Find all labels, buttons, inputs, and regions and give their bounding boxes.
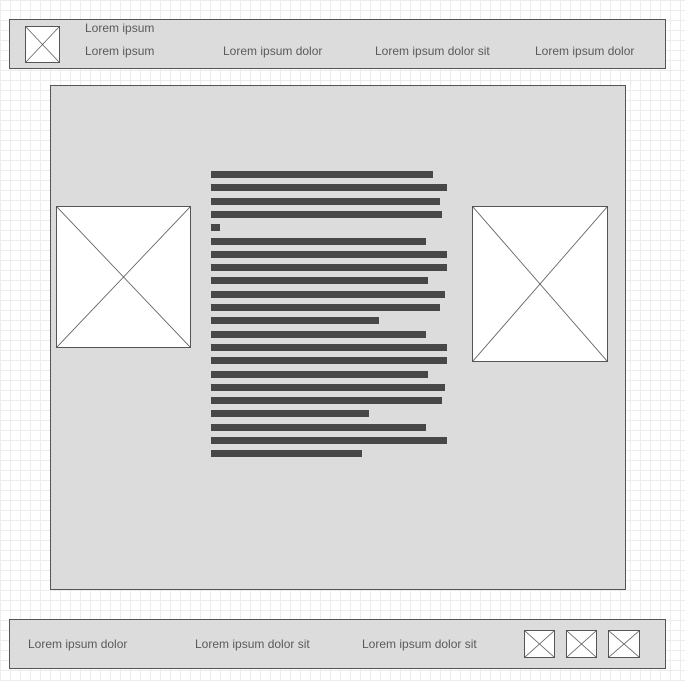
text-line-placeholder bbox=[211, 198, 440, 205]
text-line-placeholder bbox=[211, 304, 440, 311]
text-line-placeholder bbox=[211, 344, 447, 351]
text-line-placeholder bbox=[211, 171, 433, 178]
footer-placeholder-icon-3[interactable] bbox=[608, 630, 640, 658]
text-line-placeholder bbox=[211, 410, 369, 417]
text-line-placeholder bbox=[211, 437, 447, 444]
right-image-placeholder-icon bbox=[472, 206, 608, 362]
footer-link-1[interactable]: Lorem ipsum dolor bbox=[28, 637, 127, 651]
main-content-panel bbox=[50, 85, 626, 590]
footer-link-2[interactable]: Lorem ipsum dolor sit bbox=[195, 637, 310, 651]
text-line-placeholder bbox=[211, 357, 447, 364]
footer-link-3[interactable]: Lorem ipsum dolor sit bbox=[362, 637, 477, 651]
nav-item-2[interactable]: Lorem ipsum dolor bbox=[223, 44, 322, 58]
text-line-placeholder bbox=[211, 291, 445, 298]
text-line-placeholder bbox=[211, 397, 442, 404]
text-line-placeholder bbox=[211, 331, 426, 338]
text-line-placeholder bbox=[211, 450, 362, 457]
header-bar: Lorem ipsum Lorem ipsum Lorem ipsum dolo… bbox=[9, 19, 666, 69]
text-line-placeholder bbox=[211, 251, 447, 258]
nav-item-1[interactable]: Lorem ipsum bbox=[85, 44, 154, 58]
text-line-placeholder bbox=[211, 424, 426, 431]
site-title: Lorem ipsum bbox=[85, 21, 155, 35]
nav-item-4[interactable]: Lorem ipsum dolor bbox=[535, 44, 634, 58]
nav-item-3[interactable]: Lorem ipsum dolor sit bbox=[375, 44, 490, 58]
text-line-placeholder bbox=[211, 184, 447, 191]
logo-placeholder-icon[interactable] bbox=[25, 26, 60, 63]
text-line-placeholder bbox=[211, 264, 447, 271]
text-line-placeholder bbox=[211, 238, 426, 245]
text-line-placeholder bbox=[211, 384, 445, 391]
text-line-placeholder bbox=[211, 211, 442, 218]
footer-bar: Lorem ipsum dolor Lorem ipsum dolor sit … bbox=[9, 619, 666, 669]
text-line-placeholder bbox=[211, 371, 428, 378]
text-block bbox=[211, 171, 447, 461]
text-line-placeholder bbox=[211, 317, 379, 324]
footer-placeholder-icon-2[interactable] bbox=[566, 630, 597, 658]
left-image-placeholder-icon bbox=[56, 206, 191, 348]
footer-placeholder-icon-1[interactable] bbox=[524, 630, 555, 658]
text-line-placeholder bbox=[211, 224, 220, 231]
text-line-placeholder bbox=[211, 277, 428, 284]
